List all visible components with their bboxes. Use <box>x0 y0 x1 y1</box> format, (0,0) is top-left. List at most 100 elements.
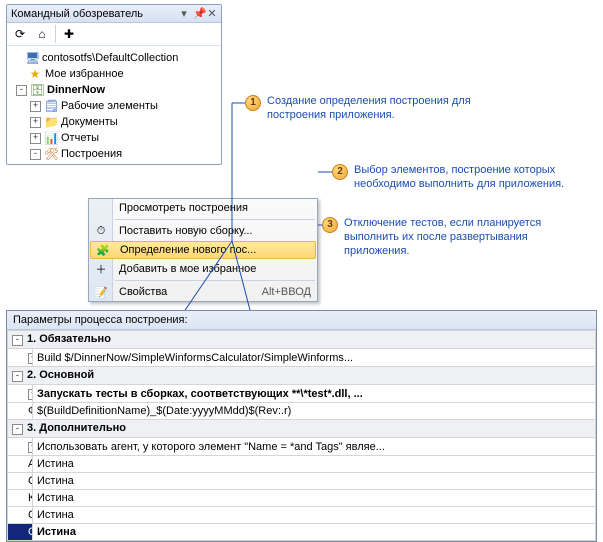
section-expander[interactable]: - <box>12 335 23 346</box>
new-query-button[interactable]: ✚ <box>60 25 78 43</box>
tree-server-node[interactable]: 🖥 contosotfs\DefaultCollection <box>9 50 219 66</box>
menu-queue-build[interactable]: ⏱ Поставить новую сборку... <box>89 222 317 240</box>
menu-view-builds[interactable]: Просмотреть построения <box>89 199 317 217</box>
refresh-button[interactable]: ⟳ <box>11 25 29 43</box>
close-icon[interactable]: ✕ <box>207 7 217 20</box>
expander-icon[interactable]: - <box>30 149 41 160</box>
section-advanced-label: 3. Дополнительно <box>27 422 126 434</box>
row-wi-label: Создать рабочий э... <box>28 509 33 521</box>
tree-reports-label: Отчеты <box>61 132 99 144</box>
home-button[interactable]: ⌂ <box>33 25 51 43</box>
row-expander[interactable]: + <box>28 353 33 364</box>
menu-properties[interactable]: 📝 Свойства Alt+ВВОД <box>89 283 317 301</box>
row-copy-files[interactable]: Копировать файлы... Истина <box>8 490 596 507</box>
panel-title: Командный обозреватель <box>11 8 175 20</box>
section-required[interactable]: -1. Обязательно <box>8 331 596 349</box>
menu-separator <box>115 280 315 281</box>
menu-properties-shortcut: Alt+ВВОД <box>262 286 311 298</box>
tree-workitems-label: Рабочие элементы <box>61 100 158 112</box>
menu-separator <box>115 219 315 220</box>
row-agent-params[interactable]: +Параметры агента Использовать агент, у … <box>8 438 596 456</box>
row-copy-value[interactable]: Истина <box>33 490 596 507</box>
callout-1: 1 Создание определения построения для по… <box>245 95 475 123</box>
pin-icon[interactable]: 📌 <box>193 7 203 20</box>
row-disable-value[interactable]: Истина <box>33 524 596 541</box>
tree-reports-node[interactable]: + 📊 Отчеты <box>9 130 219 146</box>
callout-2: 2 Выбор элементов, построение которых не… <box>332 164 590 192</box>
row-map-labels[interactable]: Сопоставление наб... Истина <box>8 473 596 490</box>
callout-badge-3: 3 <box>322 217 338 233</box>
section-basic[interactable]: -2. Основной <box>8 367 596 385</box>
queue-icon: ⏱ <box>93 225 109 238</box>
panel-toolbar: ⟳ ⌂ ✚ <box>7 23 221 46</box>
row-map-label: Сопоставление наб... <box>28 475 33 487</box>
row-expander[interactable]: + <box>28 389 33 400</box>
menu-add-to-favorites[interactable]: ＋ Добавить в мое избранное <box>89 260 317 278</box>
build-process-parameters-grid: Параметры процесса построения: -1. Обяза… <box>6 310 597 542</box>
add-fav-icon: ＋ <box>93 261 109 277</box>
folder-icon: 📁 <box>44 115 58 129</box>
home-icon: ⌂ <box>38 27 45 41</box>
expander-icon[interactable]: + <box>30 133 41 144</box>
row-disable-label: Отключить тесты <box>28 526 33 538</box>
builds-context-menu: Просмотреть построения ⏱ Поставить новую… <box>88 198 318 302</box>
tree-favorites-node[interactable]: ★ Мое избранное <box>9 66 219 82</box>
menu-new-build-definition[interactable]: 🧩 Определение нового пос... <box>90 241 316 259</box>
menu-add-fav-label: Добавить в мое избранное <box>119 263 256 275</box>
tree-project-node[interactable]: - 🗄 DinnerNow <box>9 82 219 98</box>
project-tree: 🖥 contosotfs\DefaultCollection ★ Мое изб… <box>7 46 221 164</box>
builds-icon: 🛠 <box>44 147 58 161</box>
expander-icon[interactable]: + <box>30 117 41 128</box>
section-expander[interactable]: - <box>12 371 23 382</box>
row-wi-value[interactable]: Истина <box>33 507 596 524</box>
tree-builds-label: Построения <box>61 148 122 160</box>
new-query-icon: ✚ <box>64 27 74 41</box>
row-expander[interactable]: + <box>28 442 33 453</box>
row-disable-tests[interactable]: Отключить тесты Истина <box>8 524 596 541</box>
callout-2-text: Выбор элементов, построение которых необ… <box>354 164 590 192</box>
row-automated-tests[interactable]: +Автоматические те... Запускать тесты в … <box>8 385 596 403</box>
callout-1-text: Создание определения построения для пост… <box>267 95 475 123</box>
grid-title: Параметры процесса построения: <box>7 311 596 330</box>
reports-icon: 📊 <box>44 131 58 145</box>
section-required-label: 1. Обязательно <box>27 333 111 345</box>
section-basic-label: 2. Основной <box>27 369 94 381</box>
callout-3-text: Отключение тестов, если планируется выпо… <box>344 217 590 258</box>
tree-workitems-node[interactable]: + 🗒 Рабочие элементы <box>9 98 219 114</box>
callout-3: 3 Отключение тестов, если планируется вы… <box>322 217 590 258</box>
favorites-icon: ★ <box>28 67 42 81</box>
tree-documents-label: Документы <box>61 116 118 128</box>
expander-icon[interactable]: - <box>16 85 27 96</box>
panel-titlebar[interactable]: Командный обозреватель ▾ 📌 ✕ <box>7 5 221 23</box>
menu-properties-label: Свойства <box>119 286 167 298</box>
menu-new-def-label: Определение нового пос... <box>120 244 256 256</box>
team-explorer-panel: Командный обозреватель ▾ 📌 ✕ ⟳ ⌂ ✚ 🖥 con… <box>6 4 222 165</box>
tree-server-label: contosotfs\DefaultCollection <box>42 52 178 64</box>
callout-badge-2: 2 <box>332 164 348 180</box>
database-icon: 🗄 <box>30 83 44 97</box>
tree-documents-node[interactable]: + 📁 Документы <box>9 114 219 130</box>
row-analyze-impact[interactable]: Анализировать вли... Истина <box>8 456 596 473</box>
tree-favorites-label: Мое избранное <box>45 68 124 80</box>
properties-icon: 📝 <box>93 286 109 299</box>
expander-icon[interactable]: + <box>30 101 41 112</box>
row-items-value[interactable]: Build $/DinnerNow/SimpleWinformsCalculat… <box>33 349 596 367</box>
tree-project-label: DinnerNow <box>47 84 105 96</box>
section-advanced[interactable]: -3. Дополнительно <box>8 420 596 438</box>
row-numfmt-label: Формат номера пос... <box>28 405 33 417</box>
menu-queue-build-label: Поставить новую сборку... <box>119 225 253 237</box>
server-icon: 🖥 <box>25 51 39 65</box>
row-numfmt-value[interactable]: $(BuildDefinitionName)_$(Date:yyyyMMdd)$… <box>33 403 596 420</box>
row-number-format[interactable]: Формат номера пос... $(BuildDefinitionNa… <box>8 403 596 420</box>
row-agent-value[interactable]: Использовать агент, у которого элемент "… <box>33 438 596 456</box>
row-items-to-build[interactable]: +Элементы для пос... Build $/DinnerNow/S… <box>8 349 596 367</box>
row-autotests-value[interactable]: Запускать тесты в сборках, соответствующ… <box>33 385 596 403</box>
row-map-value[interactable]: Истина <box>33 473 596 490</box>
workitems-icon: 🗒 <box>44 99 58 113</box>
dropdown-icon[interactable]: ▾ <box>179 7 189 20</box>
tree-builds-node[interactable]: - 🛠 Построения <box>9 146 219 162</box>
section-expander[interactable]: - <box>12 424 23 435</box>
row-create-workitem[interactable]: Создать рабочий э... Истина <box>8 507 596 524</box>
menu-view-builds-label: Просмотреть построения <box>119 202 248 214</box>
row-analyze-value[interactable]: Истина <box>33 456 596 473</box>
